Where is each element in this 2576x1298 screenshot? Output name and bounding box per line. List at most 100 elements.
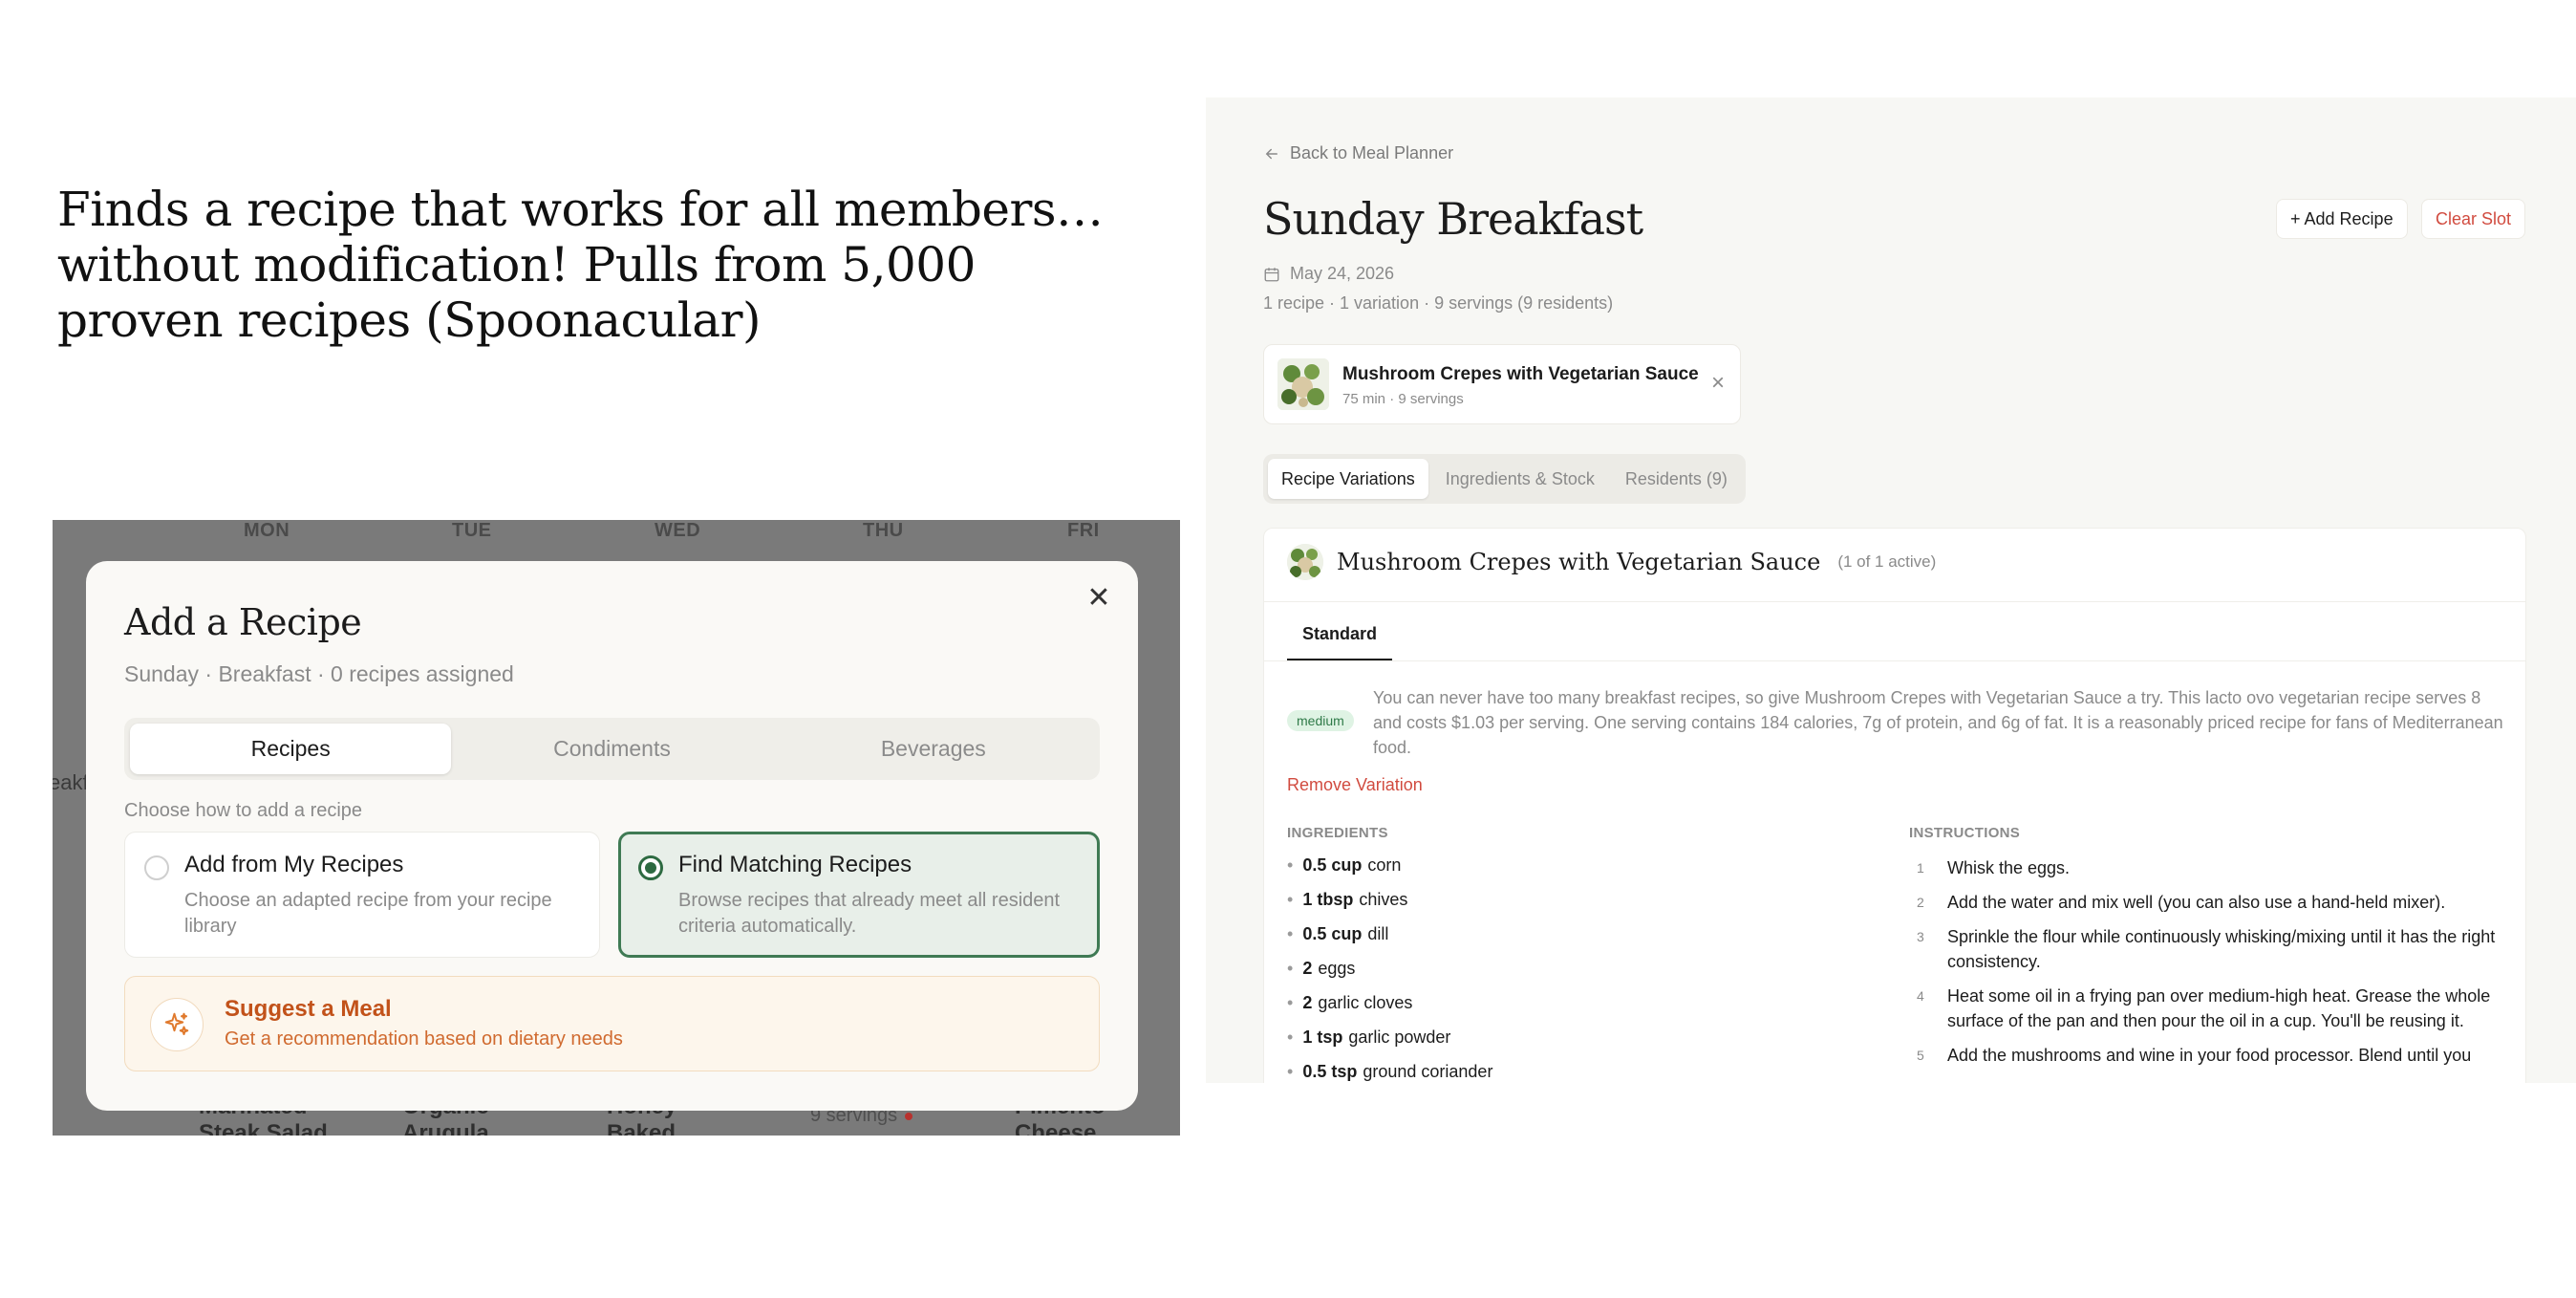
radio-dot	[645, 862, 656, 874]
day-header-tue: TUE	[452, 520, 492, 541]
date-row: May 24, 2026	[1263, 264, 1394, 284]
page-title: Sunday Breakfast	[1263, 193, 1643, 245]
ingredient-name: garlic powder	[1348, 1028, 1451, 1047]
suggest-description: Get a recommendation based on dietary ne…	[225, 1028, 623, 1049]
date-text: May 24, 2026	[1290, 264, 1395, 283]
instruction-step: 3 Sprinkle the flour while continuously w…	[1909, 924, 2501, 974]
recipe-thumbnail	[1287, 544, 1323, 580]
day-header-wed: WED	[655, 520, 701, 541]
clear-slot-button[interactable]: Clear Slot	[2421, 199, 2526, 239]
ingredient-qty: 2	[1302, 959, 1313, 978]
suggest-title: Suggest a Meal	[225, 996, 392, 1022]
choose-label: Choose how to add a recipe	[124, 800, 363, 821]
add-recipe-button[interactable]: + Add Recipe	[2276, 199, 2408, 239]
ingredient-qty: 0.5 tsp	[1302, 1062, 1358, 1081]
ingredient-qty: 1 tsp	[1302, 1028, 1343, 1047]
option-title: Add from My Recipes	[184, 852, 404, 877]
step-text: Whisk the eggs.	[1947, 858, 2071, 877]
instruction-step: 2 Add the water and mix well (you can als…	[1909, 890, 2501, 915]
ingredient-name: chives	[1359, 890, 1408, 909]
ingredient-name: corn	[1367, 855, 1402, 875]
ingredient-qty: 0.5 cup	[1302, 855, 1363, 875]
chip-meta: 75 min · 9 servings	[1342, 391, 1464, 407]
option-description: Browse recipes that already meet all res…	[678, 890, 1061, 937]
step-text: Heat some oil in a frying pan over mediu…	[1947, 986, 2491, 1030]
recipe-chip[interactable]: Mushroom Crepes with Vegetarian Sauce 75…	[1263, 344, 1741, 424]
day-header-thu: THU	[863, 520, 904, 541]
close-icon[interactable]: ✕	[1084, 584, 1113, 613]
step-number: 2	[1917, 895, 1924, 910]
difficulty-badge: medium	[1287, 710, 1354, 731]
ingredient-name: dill	[1367, 924, 1389, 943]
remove-variation-link[interactable]: Remove Variation	[1287, 775, 1423, 795]
suggest-meal-card[interactable]: Suggest a Meal Get a recommendation base…	[124, 976, 1100, 1071]
tab-beverages[interactable]: Beverages	[773, 724, 1094, 774]
ingredient-item: • 2 garlic cloves	[1287, 993, 1413, 1012]
ingredient-qty: 1 tbsp	[1302, 890, 1354, 909]
back-link[interactable]: Back to Meal Planner	[1263, 143, 1453, 163]
status-dot	[905, 1112, 913, 1120]
day-header-mon: MON	[244, 520, 290, 541]
divider	[1264, 601, 2525, 602]
option-description: Choose an adapted recipe from your recip…	[184, 890, 552, 937]
tab-recipes[interactable]: Recipes	[130, 724, 452, 774]
row-label-fragment: eakf	[53, 770, 89, 794]
step-number: 3	[1917, 929, 1924, 944]
ingredient-item: • 0.5 cup dill	[1287, 924, 1389, 943]
instruction-step: 4 Heat some oil in a frying pan over medi…	[1909, 984, 2501, 1033]
arrow-left-icon	[1265, 148, 1277, 159]
instruction-step: 5 Add the mushrooms and wine in your food…	[1909, 1043, 2501, 1068]
sparkle-icon	[150, 998, 204, 1051]
ingredient-name: garlic cloves	[1318, 993, 1413, 1012]
radio-unselected[interactable]	[144, 855, 169, 880]
ingredient-name: ground coriander	[1363, 1062, 1493, 1081]
tab-residents[interactable]: Residents (9)	[1612, 459, 1741, 499]
divider	[1264, 660, 2525, 661]
add-recipe-modal: ✕ Add a Recipe Sunday · Breakfast · 0 re…	[86, 561, 1138, 1111]
recipe-type-tabs: Recipes Condiments Beverages	[124, 718, 1100, 780]
step-number: 1	[1917, 860, 1924, 876]
meal-detail-screenshot: Back to Meal Planner Sunday Breakfast + …	[1206, 97, 2576, 1083]
meta-summary: 1 recipe · 1 variation · 9 servings (9 r…	[1263, 293, 1614, 313]
ingredient-item: • 2 eggs	[1287, 959, 1356, 978]
close-icon[interactable]: ×	[1711, 370, 1725, 397]
ingredient-item: • 1 tsp garlic powder	[1287, 1028, 1451, 1047]
ingredients-heading: INGREDIENTS	[1287, 825, 1388, 841]
ingredient-list: • 0.5 cup corn • 1 tbsp chives • 0.5 cup dill …	[1287, 855, 1860, 1083]
tab-ingredients-stock[interactable]: Ingredients & Stock	[1432, 459, 1608, 499]
slide-headline: Finds a recipe that works for all member…	[57, 182, 1104, 348]
tab-condiments[interactable]: Condiments	[451, 724, 772, 774]
instruction-step: 1 Whisk the eggs.	[1909, 855, 2501, 880]
ingredient-item: • 0.5 cup corn	[1287, 855, 1402, 875]
panel-header: Mushroom Crepes with Vegetarian Sauce (1…	[1287, 544, 1936, 580]
step-text: Add the mushrooms and wine in your food …	[1947, 1046, 2472, 1065]
step-number: 4	[1917, 988, 1924, 1004]
panel-title: Mushroom Crepes with Vegetarian Sauce	[1337, 549, 1821, 575]
ingredient-name: eggs	[1318, 959, 1356, 978]
calendar-icon	[1264, 267, 1279, 281]
ingredient-item: • 0.5 tsp ground coriander	[1287, 1062, 1493, 1081]
recipe-description: You can never have too many breakfast re…	[1373, 688, 2503, 757]
option-find-matching-recipes[interactable]: Find Matching Recipes Browse recipes tha…	[618, 832, 1100, 958]
option-add-from-my-recipes[interactable]: Add from My Recipes Choose an adapted re…	[124, 832, 600, 958]
option-title: Find Matching Recipes	[678, 852, 912, 877]
ingredient-qty: 0.5 cup	[1302, 924, 1363, 943]
chip-title: Mushroom Crepes with Vegetarian Sauce	[1342, 364, 1699, 384]
radio-selected[interactable]	[638, 855, 663, 880]
day-header-fri: FRI	[1067, 520, 1100, 541]
recipe-thumbnail	[1277, 358, 1329, 410]
modal-subtitle: Sunday · Breakfast · 0 recipes assigned	[124, 661, 514, 686]
variation-panel: Mushroom Crepes with Vegetarian Sauce (1…	[1263, 528, 2526, 1083]
step-number: 5	[1917, 1048, 1924, 1063]
instructions-heading: INSTRUCTIONS	[1909, 825, 2021, 841]
tab-standard[interactable]: Standard	[1287, 624, 1393, 660]
step-text: Add the water and mix well (you can also…	[1947, 893, 2446, 912]
tab-recipe-variations[interactable]: Recipe Variations	[1268, 459, 1428, 499]
modal-title: Add a Recipe	[124, 601, 362, 643]
ingredient-qty: 2	[1302, 993, 1313, 1012]
active-count: (1 of 1 active)	[1837, 552, 1937, 571]
step-text: Sprinkle the flour while continuously wh…	[1947, 927, 2496, 971]
add-recipe-screenshot: MON TUE WED THU FRI eakf Marinated Steak…	[53, 520, 1180, 1136]
ingredient-item: • 1 tbsp chives	[1287, 890, 1408, 909]
back-label: Back to Meal Planner	[1290, 143, 1454, 162]
